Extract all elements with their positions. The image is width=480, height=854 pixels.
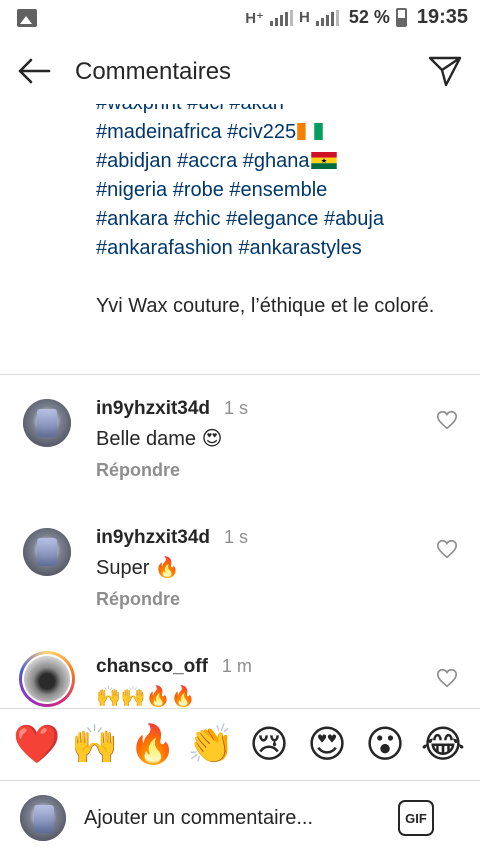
emoji-crying-button[interactable]: 😢	[245, 726, 293, 764]
status-bar: H⁺ H 52 % 19:35	[0, 0, 480, 38]
share-button[interactable]	[426, 52, 464, 90]
comment-text: Belle dame 😍	[96, 428, 223, 450]
caption-hashtags-line-2-text[interactable]: #madeinafrica #civ225	[96, 121, 296, 143]
avatar-story-ring[interactable]	[19, 651, 75, 707]
caption-hashtags-line-6[interactable]: #ankarafashion #ankarastyles	[96, 234, 456, 263]
heart-icon[interactable]	[436, 667, 458, 689]
arrow-left-icon	[18, 58, 51, 84]
caption-hashtags-line-3-text[interactable]: #abidjan #accra #ghana	[96, 150, 310, 172]
comment-text: Super 🔥	[96, 557, 180, 579]
caption-hashtags-line-2[interactable]: #madeinafrica #civ225	[96, 118, 456, 147]
network-type-1: H⁺	[245, 9, 264, 27]
gif-button[interactable]: GIF	[398, 800, 434, 836]
emoji-surprised-button[interactable]: 😮	[361, 726, 409, 764]
emoji-heart-eyes-button[interactable]: 😍	[303, 726, 351, 764]
battery-percent: 52 %	[348, 7, 390, 27]
network-type-2: H	[298, 9, 310, 26]
caption-hashtags-line-3[interactable]: #abidjan #accra #ghana	[96, 147, 456, 176]
comment-username-row[interactable]: in9yhzxit34d 1 s	[96, 398, 248, 420]
comment-username-row[interactable]: in9yhzxit34d 1 s	[96, 527, 248, 549]
comment-input-bar: GIF	[0, 781, 480, 854]
caption-hashtags-line-1[interactable]: #waxprint #ucl #akan	[96, 104, 456, 118]
paper-plane-icon	[428, 56, 462, 87]
emoji-clapping-button[interactable]: 👏	[187, 726, 235, 764]
caption: #waxprint #ucl #akan #madeinafrica #civ2…	[0, 104, 480, 374]
comment-username-row[interactable]: chansco_off 1 m	[96, 656, 252, 678]
caption-hashtags-line-4[interactable]: #nigeria #robe #ensemble	[96, 176, 456, 205]
emoji-bar: ❤️ 🙌 🔥 👏 😢 😍 😮 😂	[0, 709, 480, 780]
reply-button[interactable]: Répondre	[96, 460, 180, 481]
comment-username[interactable]: chansco_off	[96, 656, 208, 677]
emoji-fire-button[interactable]: 🔥	[129, 726, 177, 764]
ghana-flag-icon	[310, 152, 337, 169]
comment-item: in9yhzxit34d 1 s Belle dame 😍 Répondre	[0, 375, 480, 495]
emoji-raised-hands-button[interactable]: 🙌	[71, 726, 119, 764]
heart-icon[interactable]	[436, 409, 458, 431]
emoji-heart-button[interactable]: ❤️	[13, 726, 61, 764]
comment-item: in9yhzxit34d 1 s Super 🔥 Répondre	[0, 504, 480, 624]
comment-username[interactable]: in9yhzxit34d	[96, 527, 210, 548]
emoji-laughing-button[interactable]: 😂	[419, 726, 467, 764]
caption-text: Yvi Wax couture, l’éthique et le coloré.	[96, 295, 435, 317]
comment-time: 1 m	[221, 656, 252, 676]
signal-strength-icon-2	[315, 9, 339, 26]
battery-icon	[395, 8, 407, 27]
gallery-notification-icon	[17, 9, 37, 27]
comment-text: 🙌🙌🔥🔥	[96, 686, 196, 708]
page-title: Commentaires	[75, 58, 232, 85]
ivory-coast-flag-icon	[297, 123, 323, 140]
comment-time: 1 s	[224, 527, 249, 547]
clock: 19:35	[416, 6, 468, 28]
avatar[interactable]	[23, 528, 71, 576]
current-user-avatar	[20, 795, 66, 841]
avatar[interactable]	[23, 399, 71, 447]
caption-hashtags-line-5[interactable]: #ankara #chic #elegance #abuja	[96, 205, 456, 234]
heart-icon[interactable]	[436, 538, 458, 560]
header: Commentaires	[0, 38, 480, 104]
comment-input[interactable]	[84, 805, 374, 831]
comment-item: chansco_off 1 m 🙌🙌🔥🔥	[0, 633, 480, 708]
back-button[interactable]	[14, 54, 54, 88]
signal-strength-icon	[269, 9, 293, 26]
comment-time: 1 s	[224, 398, 249, 418]
reply-button[interactable]: Répondre	[96, 589, 180, 610]
comment-username[interactable]: in9yhzxit34d	[96, 398, 210, 419]
